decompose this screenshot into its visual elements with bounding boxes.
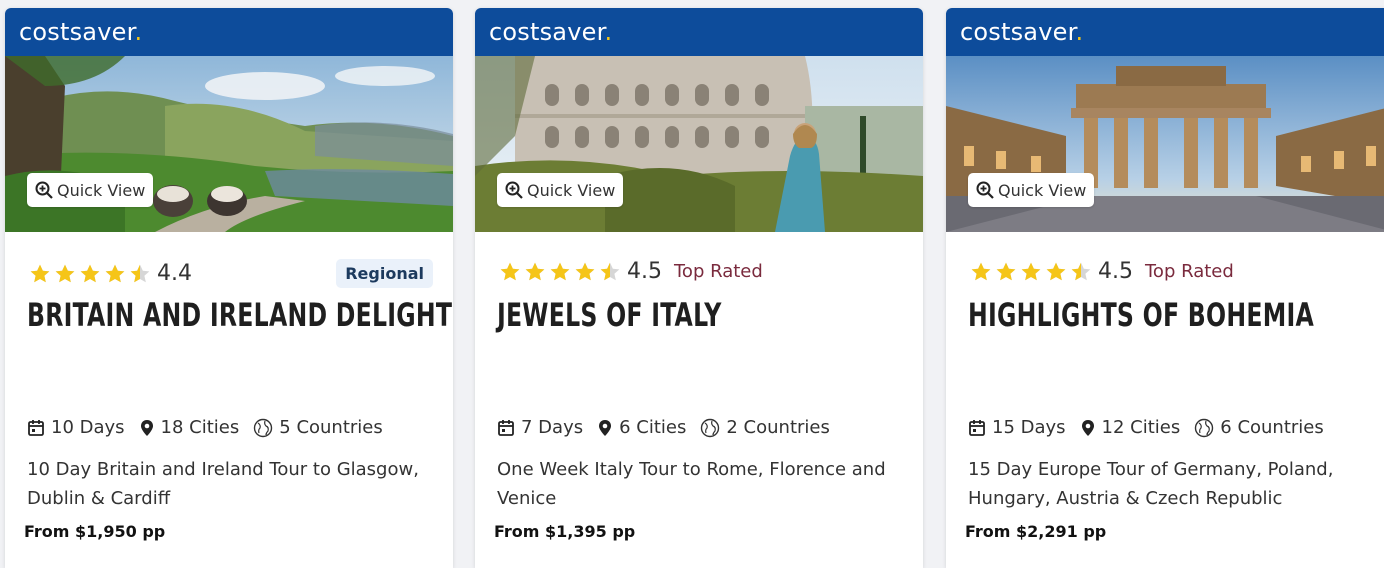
countries: 2 Countries	[700, 417, 830, 438]
star-icon	[971, 262, 991, 280]
tour-photo[interactable]: Quick View	[946, 56, 1384, 232]
star-rating	[29, 263, 151, 285]
tour-title[interactable]: BRITAIN AND IRELAND DELIGHT	[27, 296, 452, 334]
rating-value: 4.5	[627, 259, 662, 284]
star-icon	[575, 262, 595, 280]
star-icon	[996, 262, 1016, 280]
tour-description: One Week Italy Tour to Rome, Florence an…	[497, 459, 886, 509]
calendar-icon	[28, 419, 44, 436]
zoom-in-icon	[976, 181, 994, 199]
quick-view-button[interactable]: Quick View	[27, 173, 154, 207]
star-icon	[130, 264, 150, 282]
tour-meta: 15 Days 12 Cities 6 Countries	[968, 417, 1338, 438]
cities: 18 Cities	[139, 417, 239, 438]
brand-bar: costsaver.	[946, 8, 1384, 56]
tour-description: 10 Day Britain and Ireland Tour to Glasg…	[27, 459, 419, 509]
map-pin-icon	[1081, 419, 1094, 436]
star-icon	[30, 264, 50, 282]
globe-icon	[254, 418, 273, 437]
tour-price: From $2,291 pp	[965, 522, 1107, 541]
star-icon	[550, 262, 570, 280]
tour-title[interactable]: JEWELS OF ITALY	[497, 296, 722, 334]
star-rating	[970, 261, 1092, 283]
rating-row: 4.4 Regional	[29, 259, 433, 288]
star-icon	[600, 262, 620, 280]
duration: 7 Days	[497, 417, 583, 438]
quick-view-button[interactable]: Quick View	[968, 173, 1095, 207]
tour-description: 15 Day Europe Tour of Germany, Poland, H…	[968, 459, 1334, 509]
cities: 6 Cities	[597, 417, 686, 438]
tour-price: From $1,950 pp	[24, 522, 166, 541]
quick-view-label: Quick View	[57, 180, 146, 200]
brand-bar: costsaver.	[5, 8, 453, 56]
rating-value: 4.5	[1098, 259, 1133, 284]
star-icon	[105, 264, 125, 282]
rating-row: 4.5 Top Rated	[499, 259, 903, 284]
tour-card[interactable]: costsaver.	[5, 8, 453, 568]
globe-icon	[1195, 418, 1214, 437]
calendar-icon	[498, 419, 514, 436]
duration: 15 Days	[968, 417, 1066, 438]
rating-row: 4.5 Top Rated	[970, 259, 1374, 284]
star-icon	[55, 264, 75, 282]
brand-logo: costsaver.	[19, 18, 143, 46]
map-pin-icon	[140, 419, 153, 436]
star-icon	[1071, 262, 1091, 280]
tour-photo[interactable]: Quick View	[5, 56, 453, 232]
regional-badge: Regional	[336, 259, 433, 288]
tour-meta: 7 Days 6 Cities 2 Countries	[497, 417, 844, 438]
globe-icon	[701, 418, 720, 437]
calendar-icon	[969, 419, 985, 436]
tour-photo[interactable]: Quick View	[475, 56, 923, 232]
brand-logo: costsaver.	[960, 18, 1084, 46]
tour-card[interactable]: costsaver.	[475, 8, 923, 568]
brand-bar: costsaver.	[475, 8, 923, 56]
brand-logo: costsaver.	[489, 18, 613, 46]
countries: 6 Countries	[1194, 417, 1324, 438]
top-rated-label: Top Rated	[674, 261, 763, 282]
countries: 5 Countries	[253, 417, 383, 438]
star-icon	[525, 262, 545, 280]
star-icon	[1021, 262, 1041, 280]
tour-title[interactable]: HIGHLIGHTS OF BOHEMIA	[968, 296, 1314, 334]
quick-view-label: Quick View	[998, 180, 1087, 200]
cities: 12 Cities	[1080, 417, 1180, 438]
star-icon	[1046, 262, 1066, 280]
tour-card[interactable]: costsaver.	[946, 8, 1384, 568]
quick-view-label: Quick View	[527, 180, 616, 200]
map-pin-icon	[599, 419, 612, 436]
zoom-in-icon	[505, 181, 523, 199]
star-icon	[80, 264, 100, 282]
zoom-in-icon	[35, 181, 53, 199]
top-rated-label: Top Rated	[1145, 261, 1234, 282]
duration: 10 Days	[27, 417, 125, 438]
star-icon	[500, 262, 520, 280]
quick-view-button[interactable]: Quick View	[497, 173, 624, 207]
rating-value: 4.4	[157, 261, 192, 286]
star-rating	[499, 261, 621, 283]
tour-meta: 10 Days 18 Cities 5 Countries	[27, 417, 397, 438]
tour-price: From $1,395 pp	[494, 522, 636, 541]
